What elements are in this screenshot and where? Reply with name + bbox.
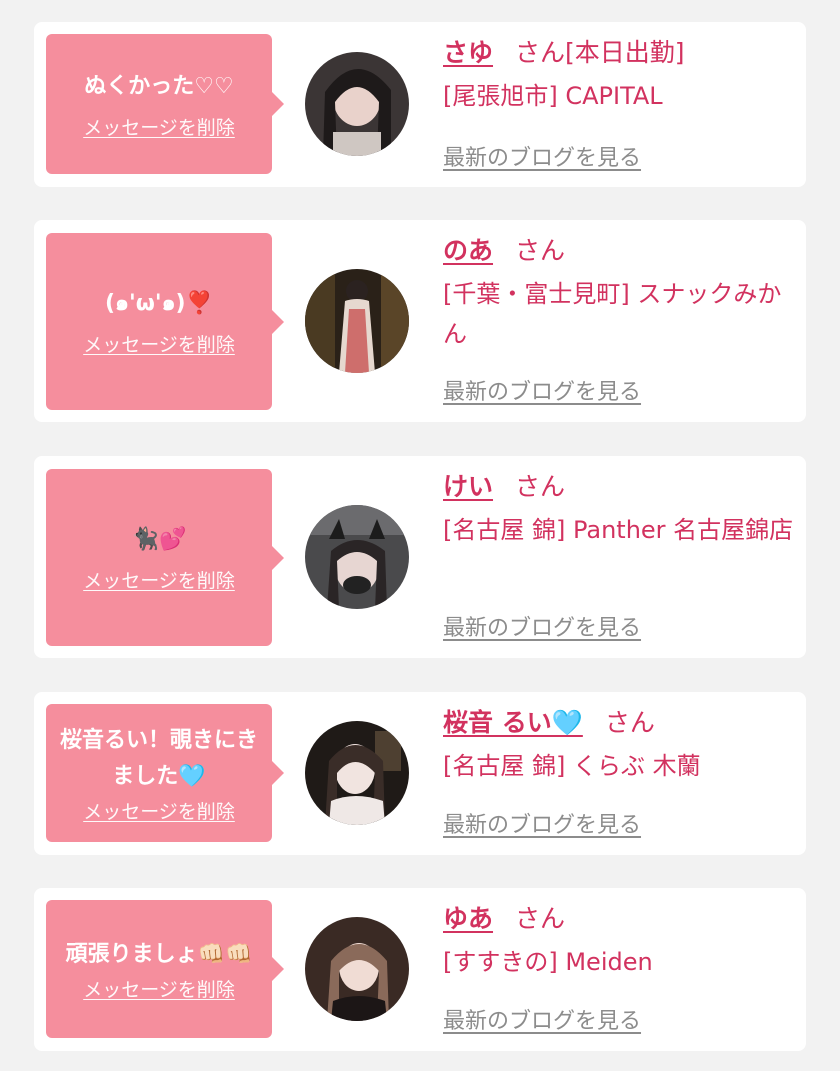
- avatar-photo-icon: [305, 721, 409, 825]
- message-card: ぬくかった♡♡ メッセージを削除 さゆ さん[本日出勤] [尾張旭市] CAPIT…: [34, 22, 806, 187]
- message-card: 🐈‍⬛💕 メッセージを削除 けい さん [名古屋 錦] Panther 名古屋錦店…: [34, 456, 806, 658]
- latest-blog-link[interactable]: 最新のブログを見る: [443, 374, 641, 406]
- name-line: ゆあ さん: [443, 902, 799, 936]
- message-text: 桜音るい！覗きにきました🩵: [59, 727, 258, 789]
- cast-info: のあ さん [千葉・富士見町] スナックみかん: [443, 234, 799, 354]
- message-card: 頑張りましょ👊🏻👊🏻 メッセージを削除 ゆあ さん [すすきの] Meiden 最…: [34, 888, 806, 1051]
- cast-name-link[interactable]: けい: [443, 472, 493, 501]
- delete-message-link[interactable]: メッセージを削除: [83, 566, 235, 593]
- honorific: さん: [515, 236, 566, 265]
- honorific: さん: [515, 904, 566, 933]
- avatar[interactable]: [305, 917, 409, 1021]
- avatar-photo-icon: [305, 269, 409, 373]
- cast-info: けい さん [名古屋 錦] Panther 名古屋錦店: [443, 470, 799, 550]
- cast-info: 桜音 るい🩵 さん [名古屋 錦] くらぶ 木蘭: [443, 706, 799, 786]
- avatar-photo-icon: [305, 52, 409, 156]
- cast-name-link[interactable]: さゆ: [443, 38, 493, 67]
- message-text: 🐈‍⬛💕: [131, 527, 187, 552]
- cast-info: さゆ さん[本日出勤] [尾張旭市] CAPITAL: [443, 36, 799, 116]
- cast-info: ゆあ さん [すすきの] Meiden: [443, 902, 799, 982]
- shop-name: [すすきの] Meiden: [443, 948, 653, 976]
- delete-message-link[interactable]: メッセージを削除: [83, 975, 235, 1002]
- shop-name: [尾張旭市] CAPITAL: [443, 82, 663, 110]
- message-bubble: (๑'ω'๑)❣️ メッセージを削除: [46, 233, 284, 410]
- honorific: さん: [604, 708, 655, 737]
- avatar[interactable]: [305, 52, 409, 156]
- message-text: (๑'ω'๑)❣️: [104, 291, 214, 316]
- delete-message-link[interactable]: メッセージを削除: [83, 330, 235, 357]
- shop-name: [名古屋 錦] Panther 名古屋錦店: [443, 516, 794, 544]
- name-line: のあ さん: [443, 234, 799, 268]
- message-bubble: 頑張りましょ👊🏻👊🏻 メッセージを削除: [46, 900, 284, 1038]
- cast-name-link[interactable]: ゆあ: [443, 904, 493, 933]
- name-line: さゆ さん[本日出勤]: [443, 36, 799, 70]
- latest-blog-link[interactable]: 最新のブログを見る: [443, 610, 641, 642]
- avatar-photo-icon: [305, 917, 409, 1021]
- delete-message-link[interactable]: メッセージを削除: [83, 113, 235, 140]
- message-bubble: 桜音るい！覗きにきました🩵 メッセージを削除: [46, 704, 284, 842]
- name-line: けい さん: [443, 470, 799, 504]
- honorific: さん: [515, 472, 566, 501]
- shop-name: [千葉・富士見町] スナックみかん: [443, 280, 782, 348]
- avatar[interactable]: [305, 505, 409, 609]
- message-text: 頑張りましょ👊🏻👊🏻: [65, 941, 253, 967]
- honorific: さん: [515, 38, 566, 67]
- cast-name-link[interactable]: 桜音 るい🩵: [443, 708, 583, 737]
- avatar[interactable]: [305, 269, 409, 373]
- latest-blog-link[interactable]: 最新のブログを見る: [443, 140, 641, 172]
- latest-blog-link[interactable]: 最新のブログを見る: [443, 807, 641, 839]
- message-card: (๑'ω'๑)❣️ メッセージを削除 のあ さん [千葉・富士見町] スナックみか…: [34, 220, 806, 422]
- name-line: 桜音 るい🩵 さん: [443, 706, 799, 740]
- cast-name-link[interactable]: のあ: [443, 236, 493, 265]
- message-text: ぬくかった♡♡: [84, 73, 234, 99]
- delete-message-link[interactable]: メッセージを削除: [83, 797, 235, 824]
- message-card: 桜音るい！覗きにきました🩵 メッセージを削除 桜音 るい🩵 さん [名古屋 錦] …: [34, 692, 806, 855]
- shop-name: [名古屋 錦] くらぶ 木蘭: [443, 752, 701, 780]
- avatar-photo-icon: [305, 505, 409, 609]
- status-badge: [本日出勤]: [565, 38, 685, 67]
- latest-blog-link[interactable]: 最新のブログを見る: [443, 1003, 641, 1035]
- message-bubble: ぬくかった♡♡ メッセージを削除: [46, 34, 284, 174]
- message-bubble: 🐈‍⬛💕 メッセージを削除: [46, 469, 284, 646]
- avatar[interactable]: [305, 721, 409, 825]
